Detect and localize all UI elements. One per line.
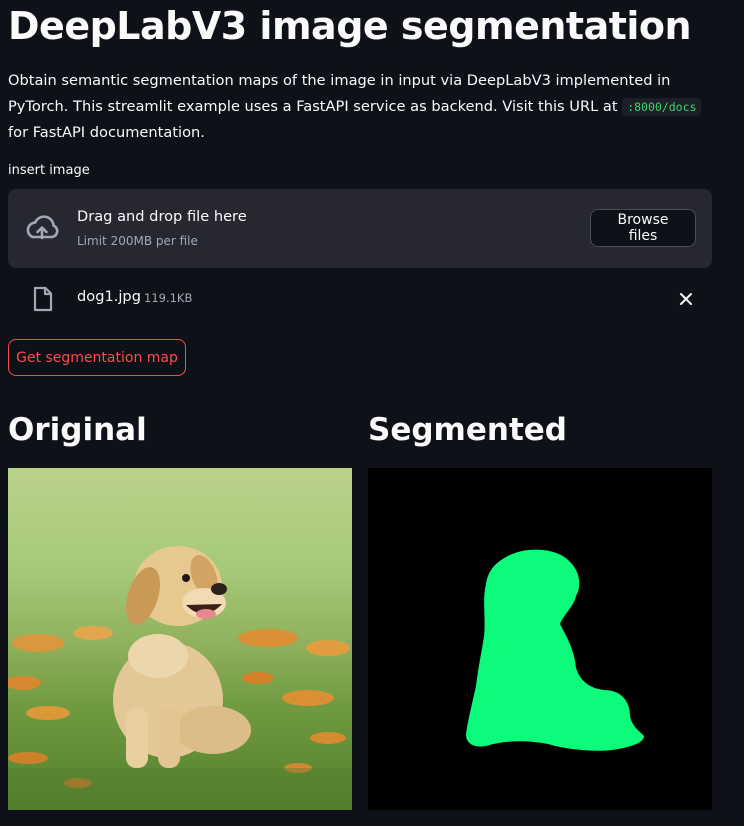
page-title: DeepLabV3 image segmentation: [8, 4, 692, 48]
dropzone-instructions: Drag and drop file here: [77, 208, 247, 225]
file-name: dog1.jpg: [77, 288, 141, 305]
cloud-upload-icon: [26, 215, 59, 240]
dropzone-limit: Limit 200MB per file: [77, 234, 198, 248]
app-page: DeepLabV3 image segmentation Obtain sema…: [0, 0, 744, 826]
page-description: Obtain semantic segmentation maps of the…: [8, 68, 708, 146]
segmentation-mask: [466, 549, 644, 751]
segmented-image: [368, 468, 712, 810]
original-heading: Original: [8, 412, 147, 448]
uploaded-file-row: dog1.jpg 119.1KB: [8, 280, 712, 318]
original-image: [8, 468, 352, 810]
file-size: 119.1KB: [144, 291, 193, 305]
browse-files-button[interactable]: Browse files: [590, 209, 696, 247]
file-icon: [33, 286, 53, 312]
file-dropzone[interactable]: Drag and drop file here Limit 200MB per …: [8, 189, 712, 268]
segmented-heading: Segmented: [368, 412, 567, 448]
docs-url-code: :8000/docs: [622, 98, 702, 116]
get-segmentation-map-button[interactable]: Get segmentation map: [8, 339, 186, 376]
description-text-1: Obtain semantic segmentation maps of the…: [8, 72, 671, 115]
uploader-label: insert image: [8, 163, 90, 178]
description-text-2: for FastAPI documentation.: [8, 124, 205, 141]
close-icon[interactable]: [677, 290, 695, 308]
